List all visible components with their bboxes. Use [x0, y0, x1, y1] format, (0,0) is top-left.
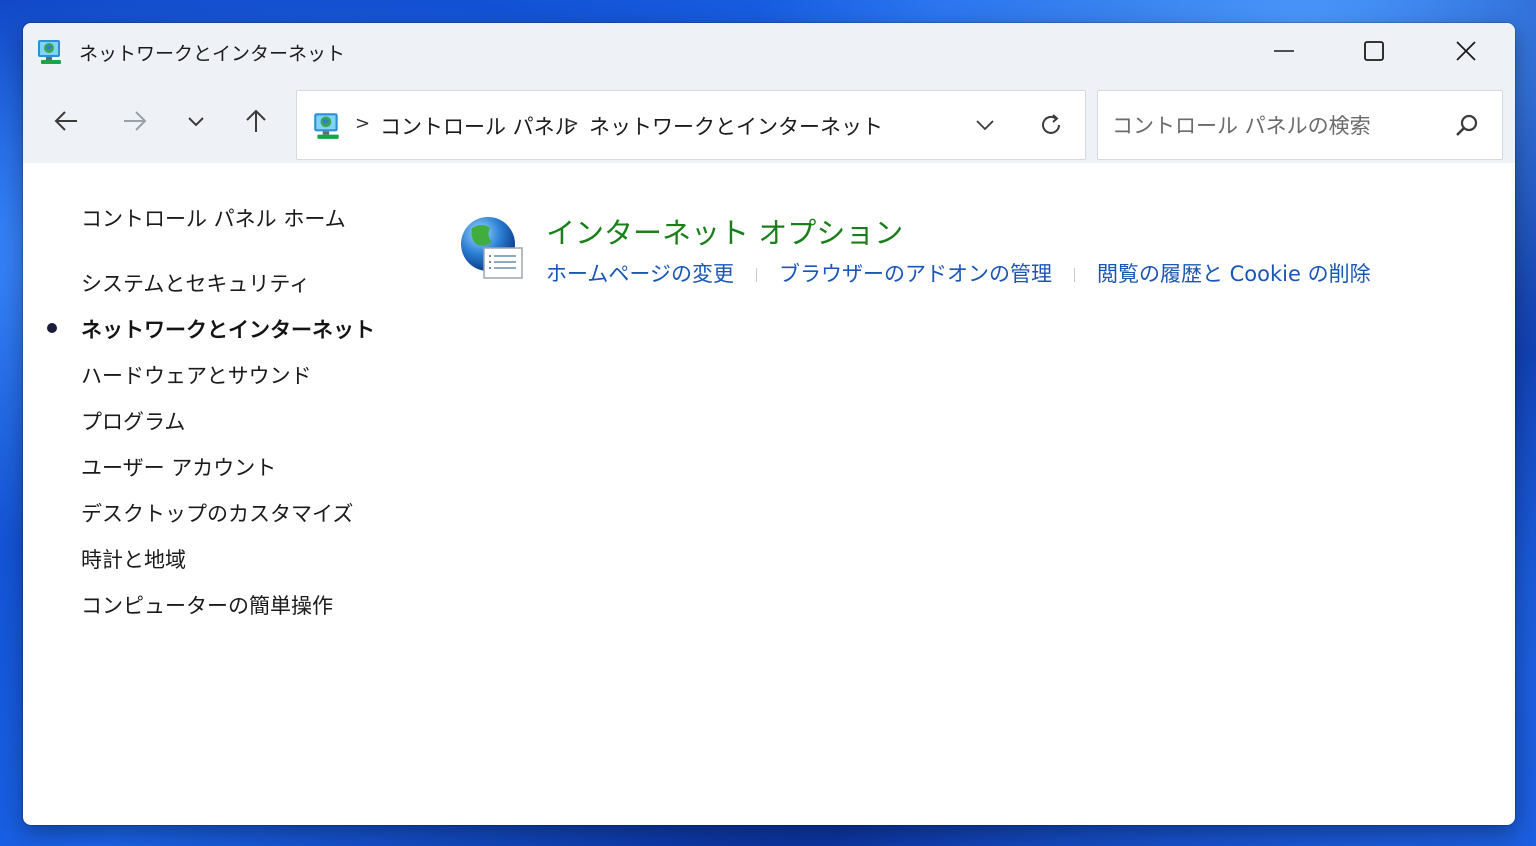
sidebar-item-appearance[interactable]: デスクトップのカスタマイズ: [81, 498, 353, 528]
close-button[interactable]: [1421, 23, 1511, 79]
arrow-up-icon: [246, 109, 266, 132]
up-button[interactable]: [234, 99, 278, 143]
sidebar-item-user-accounts[interactable]: ユーザー アカウント: [81, 452, 276, 482]
sidebar: コントロール パネル ホーム システムとセキュリティ ネットワークとインターネッ…: [23, 163, 443, 823]
search-box[interactable]: [1097, 90, 1503, 160]
minimize-icon: [1274, 50, 1294, 52]
chevron-down-icon: [188, 117, 204, 127]
sidebar-item-clock-region[interactable]: 時計と地域: [81, 544, 186, 574]
forward-button[interactable]: [113, 99, 157, 143]
navigation-bar: > コントロール パネル > ネットワークとインターネット: [23, 79, 1515, 163]
refresh-button[interactable]: [1031, 105, 1071, 145]
address-history-button[interactable]: [965, 107, 1005, 143]
link-divider: [755, 268, 757, 282]
control-panel-window: ネットワークとインターネット > コントロール パネル > ネットワークとインタ…: [23, 23, 1515, 825]
sidebar-item-programs[interactable]: プログラム: [81, 406, 185, 436]
address-bar[interactable]: > コントロール パネル > ネットワークとインターネット: [296, 90, 1086, 160]
search-button[interactable]: [1450, 109, 1484, 143]
network-internet-icon: [314, 113, 339, 139]
title-bar: ネットワークとインターネット: [23, 23, 1515, 79]
sidebar-item-control-panel-home[interactable]: コントロール パネル ホーム: [81, 203, 346, 233]
recent-locations-button[interactable]: [174, 99, 218, 143]
back-button[interactable]: [44, 99, 88, 143]
link-change-homepage[interactable]: ホームページの変更: [546, 262, 734, 286]
minimize-button[interactable]: [1239, 23, 1329, 79]
chevron-down-icon: [976, 120, 994, 131]
active-bullet-icon: [47, 323, 57, 333]
link-divider: [1073, 268, 1075, 282]
refresh-icon: [1042, 114, 1060, 134]
arrow-right-icon: [124, 111, 147, 131]
maximize-icon: [1364, 41, 1384, 61]
sidebar-item-network-internet[interactable]: ネットワークとインターネット: [81, 314, 375, 344]
arrow-left-icon: [54, 111, 77, 131]
category-links: ホームページの変更 ブラウザーのアドオンの管理 閲覧の履歴と Cookie の削除: [546, 258, 1371, 288]
internet-options-globe-icon[interactable]: [458, 214, 528, 284]
window-title: ネットワークとインターネット: [79, 43, 346, 65]
search-icon: [1456, 114, 1478, 136]
breadcrumb-separator[interactable]: >: [564, 113, 579, 134]
network-internet-icon: [38, 40, 61, 64]
breadcrumb-separator[interactable]: >: [355, 113, 370, 134]
breadcrumb-network-internet[interactable]: ネットワークとインターネット: [589, 111, 883, 141]
breadcrumb-control-panel[interactable]: コントロール パネル: [380, 111, 576, 141]
sidebar-item-hardware-sound[interactable]: ハードウェアとサウンド: [81, 360, 312, 390]
sidebar-item-system-security[interactable]: システムとセキュリティ: [81, 268, 310, 298]
search-input[interactable]: [1110, 105, 1444, 147]
sidebar-item-ease-of-access[interactable]: コンピューターの簡単操作: [81, 590, 333, 620]
category-title-internet-options[interactable]: インターネット オプション: [546, 210, 903, 252]
link-manage-addons[interactable]: ブラウザーのアドオンの管理: [779, 262, 1052, 286]
maximize-button[interactable]: [1329, 23, 1419, 79]
close-icon: [1456, 41, 1476, 61]
link-delete-history-cookies[interactable]: 閲覧の履歴と Cookie の削除: [1097, 262, 1371, 286]
